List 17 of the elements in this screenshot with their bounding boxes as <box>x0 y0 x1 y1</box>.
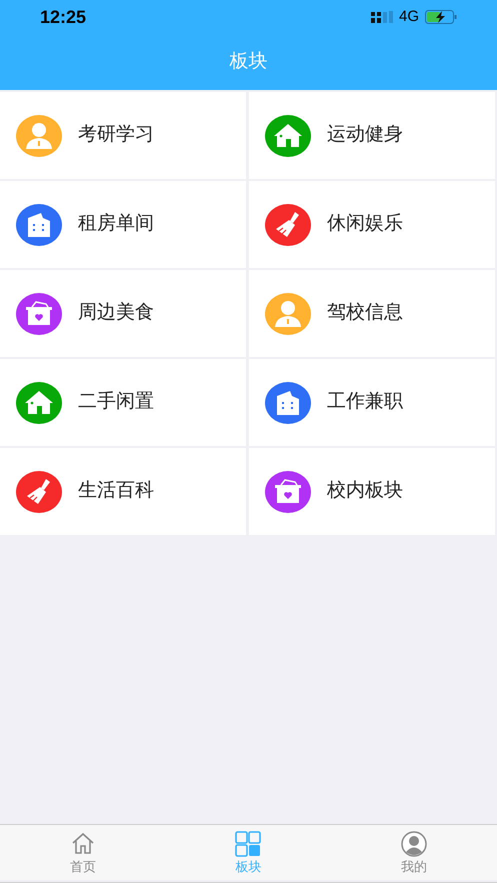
board-item[interactable]: 驾校信息 <box>249 270 495 357</box>
board-item[interactable]: 二手闲置 <box>0 359 246 446</box>
board-item[interactable]: 周边美食 <box>0 270 246 357</box>
profile-icon <box>400 830 428 858</box>
board-item[interactable]: 休闲娱乐 <box>249 181 495 268</box>
grid-icon <box>234 830 262 858</box>
signal-icon <box>370 10 393 24</box>
network-type: 4G <box>398 6 419 27</box>
board-item[interactable]: 考研学习 <box>0 92 246 179</box>
page-title: 板块 <box>230 50 268 74</box>
board-item[interactable]: 工作兼职 <box>249 359 495 446</box>
board-item[interactable]: 运动健身 <box>249 92 495 179</box>
battery-icon <box>425 10 457 24</box>
status-time: 12:25 <box>40 6 86 28</box>
board-item[interactable]: 生活百科 <box>0 448 246 535</box>
board-item[interactable]: 校内板块 <box>249 448 495 535</box>
board-item[interactable]: 租房单间 <box>0 181 246 268</box>
